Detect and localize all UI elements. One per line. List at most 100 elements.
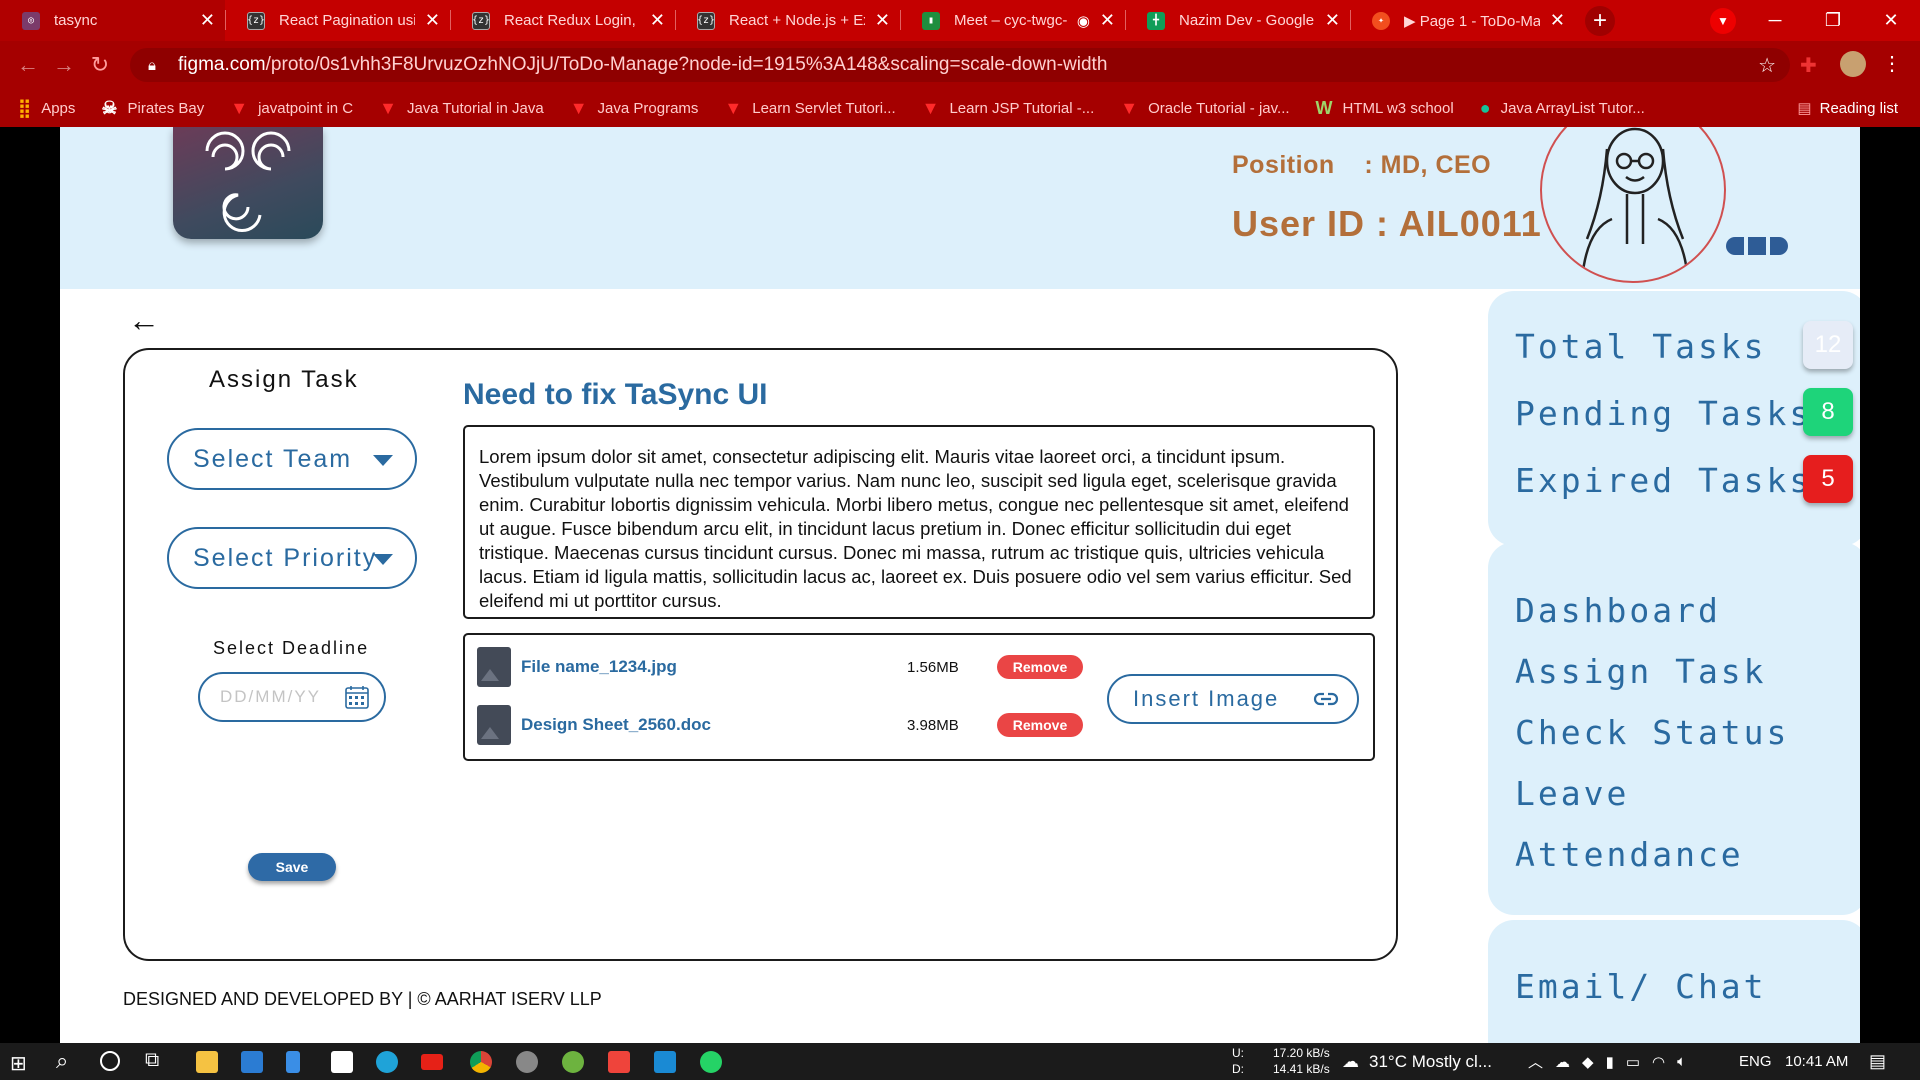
system-tray-icons: ︿ ☁ ◆ ▮ ▭ ◠ 🔈︎ <box>1528 1043 1686 1080</box>
save-button[interactable]: Save <box>248 853 336 881</box>
cloud-sun-icon: ☁ <box>1342 1051 1359 1071</box>
profile-menu-icon[interactable]: ▼ <box>1710 8 1736 34</box>
reload-icon[interactable]: ↻ <box>82 52 118 78</box>
position-info: Position : MD, CEO <box>1232 151 1491 180</box>
url-input[interactable]: 🔒︎ figma.com/proto/0s1vhh3F8UrvuzOzhNOJj… <box>130 48 1790 82</box>
browser-tab[interactable]: ╋ Nazim Dev - Google S ✕ <box>1125 0 1350 41</box>
deadline-input[interactable]: DD/MM/YY <box>198 672 386 722</box>
bookmark-label: Oracle Tutorial - jav... <box>1148 99 1290 117</box>
vpn-icon[interactable] <box>516 1051 538 1073</box>
bookmark-item[interactable]: ● Java ArrayList Tutor... <box>1480 98 1645 119</box>
browser-tab-bar: ◎ tasync ✕ {z} React Pagination usin ✕ {… <box>0 0 1920 41</box>
stat-total-label[interactable]: Total Tasks <box>1515 327 1767 366</box>
notification-icon[interactable]: ▤ <box>1869 1051 1886 1072</box>
nav-assign-task[interactable]: Assign Task <box>1515 652 1767 691</box>
youtube-icon[interactable] <box>421 1054 443 1070</box>
stat-pending-label[interactable]: Pending Tasks <box>1515 394 1812 433</box>
attachments-box: File name_1234.jpg 1.56MB Remove Design … <box>463 633 1375 761</box>
menu-kebab-icon[interactable]: ⋮ <box>1882 51 1902 76</box>
browser-tab[interactable]: {z} React + Node.js + Exp ✕ <box>675 0 900 41</box>
vivaldi-icon: ▼ <box>921 97 940 118</box>
select-priority-dropdown[interactable]: Select Priority <box>167 527 417 589</box>
clock[interactable]: 10:41 AM <box>1785 1043 1848 1080</box>
back-arrow-icon[interactable]: ← <box>10 52 46 78</box>
position-value: : MD, CEO <box>1364 151 1492 179</box>
file-explorer-icon[interactable] <box>196 1051 218 1073</box>
calendar-icon[interactable] <box>344 684 370 710</box>
close-tab-icon[interactable]: ✕ <box>875 10 890 31</box>
windows-start-icon[interactable]: ⊞ <box>10 1051 27 1076</box>
bookmark-item[interactable]: ▼ Oracle Tutorial - jav... <box>1120 98 1289 119</box>
avatar[interactable] <box>1540 127 1726 283</box>
language-indicator[interactable]: ENG <box>1739 1043 1772 1080</box>
close-tab-icon[interactable]: ✕ <box>1100 10 1115 31</box>
nav-check-status[interactable]: Check Status <box>1515 713 1789 752</box>
restore-icon[interactable]: ❐ <box>1804 0 1862 41</box>
browser-tab[interactable]: {z} React Redux Login, Lo ✕ <box>450 0 675 41</box>
select-team-dropdown[interactable]: Select Team <box>167 428 417 490</box>
nav-dashboard[interactable]: Dashboard <box>1515 591 1721 630</box>
extension-icon[interactable]: ✚ <box>1800 53 1817 78</box>
usb-icon[interactable]: ▮ <box>1606 1053 1614 1071</box>
avatar[interactable] <box>1840 51 1866 77</box>
nav-email-chat[interactable]: Email/ Chat <box>1515 967 1767 1006</box>
wifi-icon[interactable]: ◠ <box>1652 1053 1665 1071</box>
stat-expired-label[interactable]: Expired Tasks <box>1515 461 1812 500</box>
browser-tab[interactable]: ✦ ▶ Page 1 - ToDo-Ma ✕ <box>1350 0 1575 41</box>
dropbox-icon[interactable]: ◆ <box>1582 1053 1594 1071</box>
mail-icon[interactable] <box>241 1051 263 1073</box>
windows-taskbar: ⊞ ⌕ ⧉ U: D: 17.20 kB/s 14.41 kB/s ☁ 31°C M… <box>0 1043 1920 1080</box>
volume-icon[interactable]: 🔈︎ <box>1677 1053 1686 1070</box>
edge-icon[interactable] <box>376 1051 398 1073</box>
nav-attendance[interactable]: Attendance <box>1515 835 1744 874</box>
task-description[interactable]: Lorem ipsum dolor sit amet, consectetur … <box>463 425 1375 619</box>
close-tab-icon[interactable]: ✕ <box>200 10 215 31</box>
phone-icon[interactable] <box>286 1051 300 1073</box>
remove-file-button[interactable]: Remove <box>997 655 1083 679</box>
weather-widget[interactable]: ☁ 31°C Mostly cl... <box>1342 1043 1492 1080</box>
search-icon[interactable]: ⌕ <box>56 1048 68 1074</box>
new-tab-button[interactable]: + <box>1585 5 1615 36</box>
reading-list-button[interactable]: ▤ Reading list <box>1797 89 1898 127</box>
browser-tab[interactable]: ▮ Meet – cyc-twgc- ◉ ✕ <box>900 0 1125 41</box>
file-name[interactable]: Design Sheet_2560.doc <box>521 715 711 735</box>
anydesk-icon[interactable] <box>608 1051 630 1073</box>
close-tab-icon[interactable]: ✕ <box>1550 10 1565 31</box>
chrome-icon[interactable] <box>470 1051 492 1073</box>
chevron-up-icon[interactable]: ︿ <box>1528 1051 1543 1072</box>
vscode-icon[interactable] <box>654 1051 676 1073</box>
close-window-icon[interactable]: ✕ <box>1862 0 1920 41</box>
onedrive-icon[interactable]: ☁ <box>1555 1053 1570 1071</box>
back-arrow-icon[interactable]: ← <box>128 302 160 339</box>
insert-image-button[interactable]: Insert Image <box>1107 674 1359 724</box>
remove-file-button[interactable]: Remove <box>997 713 1083 737</box>
nav-leave[interactable]: Leave <box>1515 774 1629 813</box>
close-tab-icon[interactable]: ✕ <box>1325 10 1340 31</box>
browser-tab[interactable]: {z} React Pagination usin ✕ <box>225 0 450 41</box>
bookmark-item[interactable]: ▼ javatpoint in C <box>230 98 353 119</box>
file-size: 3.98MB <box>907 716 959 734</box>
whatsapp-icon[interactable] <box>700 1051 722 1073</box>
close-tab-icon[interactable]: ✕ <box>425 10 440 31</box>
tab-title: React Redux Login, Lo <box>504 12 640 29</box>
forward-arrow-icon[interactable]: → <box>46 52 82 78</box>
bookmark-item[interactable]: ☠ Pirates Bay <box>101 98 204 119</box>
task-view-icon[interactable]: ⧉ <box>145 1049 159 1072</box>
close-tab-icon[interactable]: ✕ <box>650 10 665 31</box>
browser-tab[interactable]: ◎ tasync ✕ <box>0 0 225 41</box>
bookmark-item[interactable]: W HTML w3 school <box>1316 98 1454 119</box>
bookmark-apps[interactable]: ⣿ Apps <box>18 98 75 119</box>
battery-icon[interactable]: ▭ <box>1626 1053 1640 1071</box>
spring-icon[interactable] <box>562 1051 584 1073</box>
bookmark-item[interactable]: ▼ Learn Servlet Tutori... <box>724 98 895 119</box>
star-icon[interactable]: ☆ <box>1758 53 1776 78</box>
app-header: Position : MD, CEO User ID : AIL0011 <box>60 127 1860 289</box>
bookmark-item[interactable]: ▼ Learn JSP Tutorial -... <box>922 98 1095 119</box>
minimize-icon[interactable]: ─ <box>1746 0 1804 41</box>
bookmark-item[interactable]: ▼ Java Tutorial in Java <box>379 98 544 119</box>
store-icon[interactable] <box>331 1051 353 1073</box>
bookmark-item[interactable]: ▼ Java Programs <box>570 98 699 119</box>
cortana-icon[interactable] <box>100 1051 120 1071</box>
footer-credit: DESIGNED AND DEVELOPED BY | © AARHAT ISE… <box>123 989 602 1009</box>
file-name[interactable]: File name_1234.jpg <box>521 657 677 677</box>
